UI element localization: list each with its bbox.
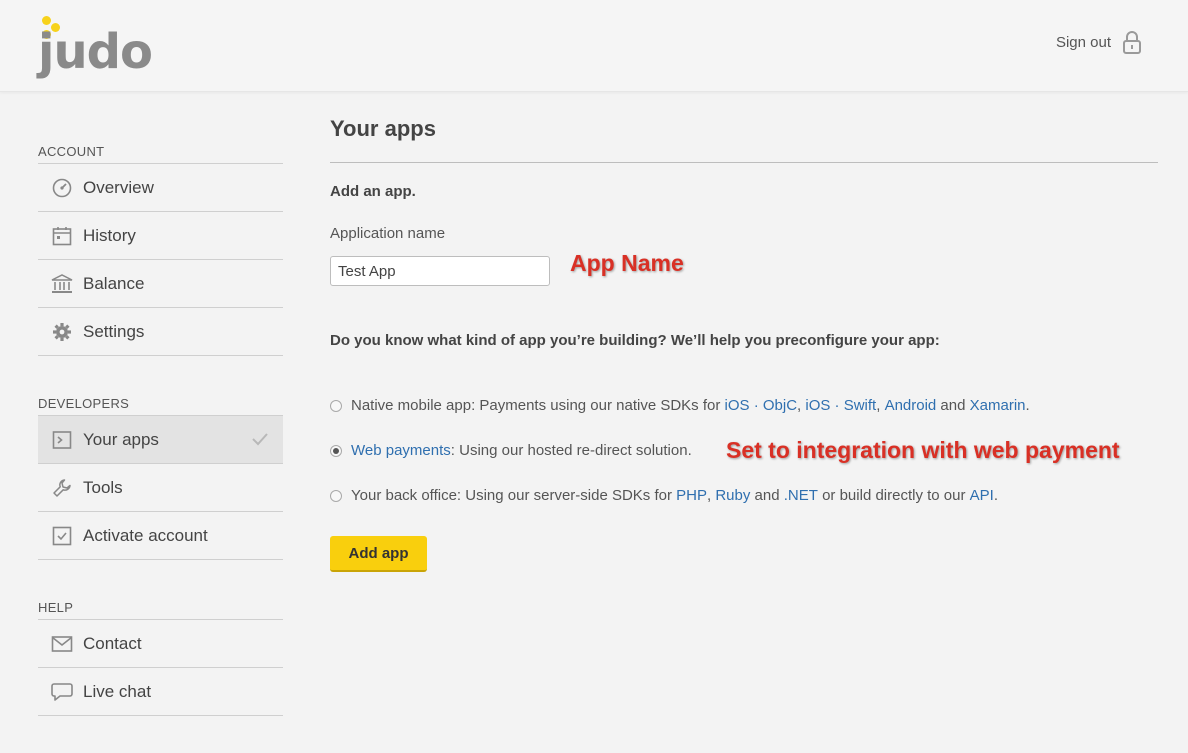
sidebar-item-label: Overview bbox=[83, 177, 154, 197]
separator-text: and bbox=[936, 397, 970, 414]
developers-section: DEVELOPERS Your apps Tools Activate acco… bbox=[38, 396, 283, 560]
section-title-account: ACCOUNT bbox=[38, 144, 283, 164]
chat-bubble-icon bbox=[51, 681, 73, 703]
separator-text: , bbox=[707, 487, 716, 504]
xamarin-link[interactable]: Xamarin bbox=[970, 397, 1026, 414]
app-name-input[interactable] bbox=[330, 256, 550, 286]
checkbox-icon bbox=[51, 525, 73, 547]
period-text: . bbox=[1025, 397, 1030, 414]
calendar-icon bbox=[51, 225, 73, 247]
terminal-icon bbox=[51, 429, 73, 451]
sidebar-item-label: Live chat bbox=[83, 681, 152, 701]
sidebar-item-label: Your apps bbox=[83, 429, 159, 449]
sidebar-item-label: Tools bbox=[83, 477, 123, 497]
sidebar-item-label: Activate account bbox=[83, 525, 208, 545]
app-type-question: Do you know what kind of app you’re buil… bbox=[330, 332, 940, 349]
period-text: . bbox=[993, 487, 999, 504]
page-title: Your apps bbox=[330, 116, 436, 141]
separator-text: , bbox=[876, 397, 885, 414]
logo-text: judo bbox=[38, 24, 153, 80]
add-app-heading: Add an app. bbox=[330, 183, 416, 200]
help-section: HELP Contact Live chat bbox=[38, 600, 283, 716]
section-title-developers: DEVELOPERS bbox=[38, 396, 283, 416]
add-app-button[interactable]: Add app bbox=[330, 536, 427, 572]
judo-logo[interactable]: judo bbox=[38, 14, 153, 80]
separator-text: , bbox=[797, 397, 806, 414]
option-native-mobile: Native mobile app: Payments using our na… bbox=[330, 397, 1030, 414]
ruby-link[interactable]: Ruby bbox=[715, 487, 750, 504]
native-mobile-radio[interactable] bbox=[330, 399, 342, 412]
sidebar-item-activate-account[interactable]: Activate account bbox=[38, 512, 283, 560]
sidebar-item-label: Balance bbox=[83, 273, 145, 293]
sidebar-item-label: Settings bbox=[83, 321, 145, 341]
android-link[interactable]: Android bbox=[885, 397, 937, 414]
sign-out-button[interactable]: Sign out bbox=[1056, 30, 1143, 54]
option-web-payments: Web payments : Using our hosted re-direc… bbox=[330, 442, 692, 459]
sidebar-item-history[interactable]: History bbox=[38, 212, 283, 260]
sidebar-item-overview[interactable]: Overview bbox=[38, 164, 283, 212]
web-payment-annotation: Set to integration with web payment bbox=[726, 437, 1120, 463]
sidebar-item-tools[interactable]: Tools bbox=[38, 464, 283, 512]
sidebar-item-label: History bbox=[83, 225, 136, 245]
api-link[interactable]: API bbox=[970, 487, 994, 504]
sidebar-item-live-chat[interactable]: Live chat bbox=[38, 668, 283, 716]
sidebar-item-label: Contact bbox=[83, 633, 142, 653]
top-header: judo Sign out bbox=[0, 0, 1188, 92]
section-title-help: HELP bbox=[38, 600, 283, 620]
dotnet-link[interactable]: .NET bbox=[784, 487, 818, 504]
sidebar-item-settings[interactable]: Settings bbox=[38, 308, 283, 356]
separator-text: and bbox=[750, 487, 784, 504]
web-payments-link[interactable]: Web payments bbox=[351, 442, 451, 459]
sidebar-item-contact[interactable]: Contact bbox=[38, 620, 283, 668]
app-name-label: Application name bbox=[330, 225, 446, 242]
back-office-text: Your back office: Using our server-side … bbox=[351, 487, 677, 504]
ios-objc-link[interactable]: iOS · ObjC bbox=[725, 397, 798, 414]
dashboard-icon bbox=[51, 177, 73, 199]
checkmark-icon bbox=[251, 430, 269, 448]
account-section: ACCOUNT Overview History Balance Setting… bbox=[38, 144, 283, 356]
sidebar-item-your-apps[interactable]: Your apps bbox=[38, 416, 283, 464]
ios-swift-link[interactable]: iOS · Swift bbox=[805, 397, 876, 414]
title-divider bbox=[330, 162, 1158, 163]
web-payments-radio[interactable] bbox=[330, 444, 342, 457]
bank-icon bbox=[51, 273, 73, 295]
wrench-icon bbox=[51, 477, 73, 499]
app-name-annotation: App Name bbox=[570, 250, 684, 276]
option-back-office: Your back office: Using our server-side … bbox=[330, 487, 998, 504]
web-option-text: : Using our hosted re-direct solution. bbox=[450, 442, 692, 459]
native-option-text: Native mobile app: Payments using our na… bbox=[351, 397, 725, 414]
lock-icon bbox=[1121, 30, 1143, 54]
back-office-radio[interactable] bbox=[330, 489, 342, 502]
php-link[interactable]: PHP bbox=[676, 487, 707, 504]
gear-icon bbox=[51, 321, 73, 343]
envelope-icon bbox=[51, 633, 73, 655]
sidebar-item-balance[interactable]: Balance bbox=[38, 260, 283, 308]
separator-text: or build directly to our bbox=[817, 487, 970, 504]
sign-out-label: Sign out bbox=[1055, 33, 1111, 51]
